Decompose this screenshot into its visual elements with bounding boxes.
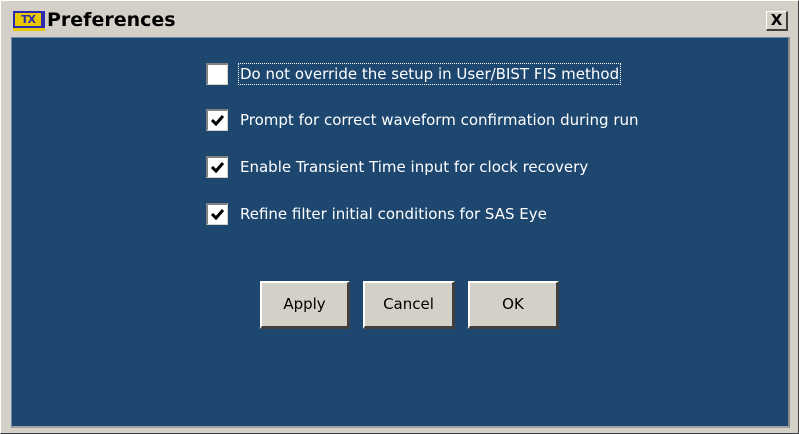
option-prompt-waveform-confirmation[interactable]: Prompt for correct waveform confirmation… xyxy=(206,108,639,132)
option-label: Prompt for correct waveform confirmation… xyxy=(240,111,639,129)
apply-button[interactable]: Apply xyxy=(260,281,350,329)
cancel-button[interactable]: Cancel xyxy=(363,281,455,329)
option-refine-filter[interactable]: Refine filter initial conditions for SAS… xyxy=(206,202,547,226)
ok-button[interactable]: OK xyxy=(468,281,559,329)
checkmark-icon xyxy=(210,162,225,174)
close-button[interactable]: X xyxy=(766,11,788,31)
checkmark-icon xyxy=(210,115,225,127)
checkbox-prompt-waveform-confirmation[interactable] xyxy=(206,109,228,131)
option-enable-transient-time[interactable]: Enable Transient Time input for clock re… xyxy=(206,155,588,179)
preferences-panel: Do not override the setup in User/BIST F… xyxy=(11,37,790,428)
option-label: Enable Transient Time input for clock re… xyxy=(240,158,589,176)
option-label: Do not override the setup in User/BIST F… xyxy=(237,63,622,85)
checkmark-icon xyxy=(210,209,225,221)
checkbox-do-not-override[interactable] xyxy=(206,63,228,85)
checkbox-refine-filter[interactable] xyxy=(206,203,228,225)
app-icon: TX xyxy=(13,11,45,31)
close-icon: X xyxy=(770,11,783,29)
option-label: Refine filter initial conditions for SAS… xyxy=(240,205,547,223)
checkbox-enable-transient-time[interactable] xyxy=(206,156,228,178)
app-icon-glyph: TX xyxy=(15,13,41,26)
option-do-not-override[interactable]: Do not override the setup in User/BIST F… xyxy=(206,62,622,86)
preferences-dialog: TX Preferences X Do not override the set… xyxy=(0,0,799,434)
title-bar[interactable]: TX Preferences X xyxy=(1,1,798,37)
window-title: Preferences xyxy=(47,9,176,31)
